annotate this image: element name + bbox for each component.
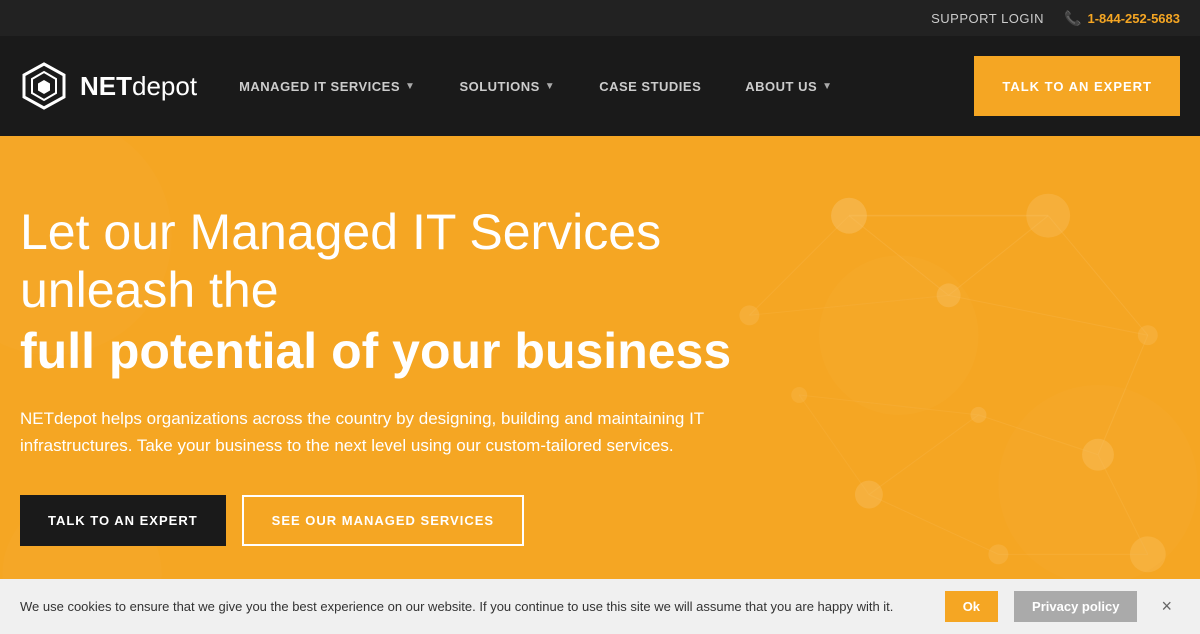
cookie-bar: We use cookies to ensure that we give yo… (0, 579, 1200, 634)
cookie-ok-button[interactable]: Ok (945, 591, 998, 622)
phone-icon: 📞 (1064, 10, 1081, 27)
nav-item-managed-it[interactable]: MANAGED IT SERVICES ▼ (217, 36, 437, 136)
navbar: NETdepot MANAGED IT SERVICES ▼ SOLUTIONS… (0, 36, 1200, 136)
cookie-privacy-button[interactable]: Privacy policy (1014, 591, 1137, 622)
hero-title-bold: full potential of your business (20, 323, 820, 381)
hero-talk-to-expert-button[interactable]: TALK TO AN EXPERT (20, 495, 226, 546)
support-login-link[interactable]: SUPPORT LOGIN (931, 11, 1044, 26)
nav-links: MANAGED IT SERVICES ▼ SOLUTIONS ▼ CASE S… (217, 36, 974, 136)
cookie-message: We use cookies to ensure that we give yo… (20, 599, 929, 614)
logo-icon (20, 62, 68, 110)
hero-description: NETdepot helps organizations across the … (20, 405, 800, 459)
chevron-down-icon: ▼ (822, 81, 832, 92)
nav-item-about-us[interactable]: ABOUT US ▼ (723, 36, 854, 136)
chevron-down-icon: ▼ (405, 81, 415, 92)
chevron-down-icon: ▼ (545, 81, 555, 92)
phone-number[interactable]: 📞 1-844-252-5683 (1064, 10, 1180, 27)
nav-item-case-studies[interactable]: CASE STUDIES (577, 36, 723, 136)
hero-content: Let our Managed IT Services unleash the … (20, 204, 820, 546)
hero-buttons: TALK TO AN EXPERT SEE OUR MANAGED SERVIC… (20, 495, 820, 546)
nav-item-solutions[interactable]: SOLUTIONS ▼ (437, 36, 577, 136)
nav-talk-to-expert-button[interactable]: TALK TO AN EXPERT (974, 56, 1180, 116)
logo-text: NETdepot (80, 71, 197, 102)
hero-section: Let our Managed IT Services unleash the … (0, 136, 1200, 634)
logo[interactable]: NETdepot (20, 62, 197, 110)
cookie-close-button[interactable]: × (1153, 592, 1180, 621)
top-bar: SUPPORT LOGIN 📞 1-844-252-5683 (0, 0, 1200, 36)
hero-title-light: Let our Managed IT Services unleash the (20, 204, 820, 319)
hero-managed-services-button[interactable]: SEE OUR MANAGED SERVICES (242, 495, 524, 546)
